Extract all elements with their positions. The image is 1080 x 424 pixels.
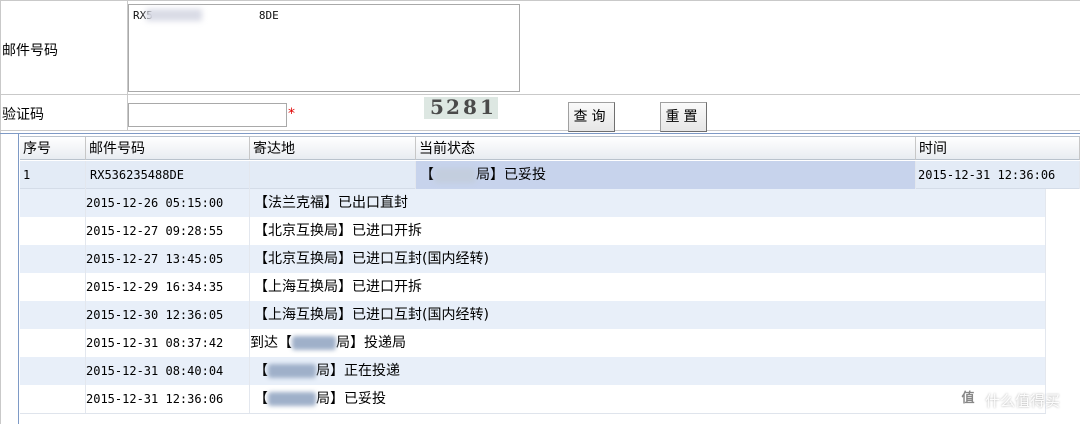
captcha-image[interactable]: 5 2 8 1 (424, 97, 498, 119)
detail-row-spacer (20, 329, 86, 357)
detail-time: 2015-12-26 05:15:00 (86, 189, 250, 217)
detail-row[interactable]: 2015-12-31 08:40:04 【 局】正在投递 (20, 357, 1046, 385)
detail-row[interactable]: 2015-12-31 12:36:06 【 局】已妥投 (20, 385, 1046, 413)
detail-event: 【北京互换局】已进口开拆 (250, 217, 1046, 245)
detail-row-spacer (20, 245, 86, 273)
form-row-divider (0, 94, 1080, 95)
summary-index: 1 (20, 161, 86, 189)
verify-code-label: 验证码 (2, 107, 44, 123)
grid-header: 序号 邮件号码 寄达地 当前状态 时间 (20, 136, 1080, 160)
detail-row[interactable]: 2015-12-26 05:15:00 【法兰克福】已出口直封 (20, 189, 1046, 217)
detail-time: 2015-12-31 08:37:42 (86, 329, 250, 357)
detail-time: 2015-12-30 12:36:05 (86, 301, 250, 329)
header-current-status[interactable]: 当前状态 (416, 137, 916, 160)
detail-event-suffix: 局】正在投递 (316, 363, 400, 379)
detail-event: 【法兰克福】已出口直封 (250, 189, 1046, 217)
header-destination[interactable]: 寄达地 (250, 137, 416, 160)
detail-row-spacer (20, 217, 86, 245)
detail-row[interactable]: 2015-12-31 08:37:42 到达【 局】投递局 (20, 329, 1046, 357)
watermark: 值 什么值得买 (957, 388, 1072, 414)
detail-row[interactable]: 2015-12-27 13:45:05 【北京互换局】已进口互封(国内经转) (20, 245, 1046, 273)
header-mail-number[interactable]: 邮件号码 (86, 137, 250, 160)
grid-left-border (18, 133, 19, 424)
detail-event-suffix: 局】已妥投 (316, 391, 386, 407)
redacted-office (434, 167, 476, 183)
detail-event-prefix: 【 (254, 391, 268, 407)
detail-row[interactable]: 2015-12-29 16:34:35 【上海互换局】已进口开拆 (20, 273, 1046, 301)
summary-status-prefix: 【 (420, 167, 434, 183)
detail-row[interactable]: 2015-12-30 12:36:05 【上海互换局】已进口互封(国内经转) (20, 301, 1046, 329)
detail-time: 2015-12-27 09:28:55 (86, 217, 250, 245)
header-index[interactable]: 序号 (20, 137, 86, 160)
redacted-office (268, 364, 316, 378)
grid-bottom-line (20, 413, 1046, 414)
redacted-office (268, 392, 316, 406)
form-bottom-border (0, 130, 1080, 131)
summary-row[interactable]: 1 RX536235488DE 【 局】已妥投 2015-12-31 12:36:… (20, 161, 1080, 189)
mail-number-label: 邮件号码 (2, 43, 58, 59)
detail-event-suffix: 局】投递局 (336, 335, 406, 351)
detail-event: 【北京互换局】已进口互封(国内经转) (250, 245, 1046, 273)
watermark-text: 什么值得买 (985, 392, 1061, 410)
detail-event: 到达【 局】投递局 (250, 329, 1046, 357)
detail-row-spacer (20, 189, 86, 217)
detail-event: 【 局】已妥投 (250, 385, 1046, 413)
header-time[interactable]: 时间 (916, 137, 1080, 160)
detail-row-spacer (20, 273, 86, 301)
detail-event-prefix: 到达【 (250, 335, 292, 351)
detail-time: 2015-12-29 16:34:35 (86, 273, 250, 301)
left-border (0, 0, 1, 424)
summary-time: 2015-12-31 12:36:06 (916, 161, 1080, 189)
watermark-logo-icon: 值 (957, 388, 979, 410)
detail-time: 2015-12-31 12:36:06 (86, 385, 250, 413)
verify-code-input[interactable] (128, 103, 287, 127)
captcha-char-4: 1 (480, 97, 494, 119)
detail-time: 2015-12-27 13:45:05 (86, 245, 250, 273)
summary-status-suffix: 局】已妥投 (476, 167, 546, 183)
detail-row-spacer (20, 357, 86, 385)
query-button[interactable]: 查询 (568, 102, 615, 132)
captcha-char-2: 2 (446, 97, 460, 119)
detail-row-spacer (20, 301, 86, 329)
detail-event: 【上海互换局】已进口互封(国内经转) (250, 301, 1046, 329)
summary-destination (250, 161, 416, 189)
summary-mail-number: RX536235488DE (86, 161, 250, 189)
form-top-border (0, 0, 1080, 1)
redacted-office (292, 336, 336, 350)
summary-status: 【 局】已妥投 (416, 161, 916, 189)
required-mark: * (288, 106, 295, 122)
captcha-char-1: 5 (430, 97, 444, 119)
redacted-mail-digits (146, 9, 202, 21)
detail-time: 2015-12-31 08:40:04 (86, 357, 250, 385)
detail-row[interactable]: 2015-12-27 09:28:55 【北京互换局】已进口开拆 (20, 217, 1046, 245)
captcha-char-3: 8 (463, 97, 477, 119)
detail-row-spacer (20, 385, 86, 413)
detail-event: 【上海互换局】已进口开拆 (250, 273, 1046, 301)
detail-event-prefix: 【 (254, 363, 268, 379)
detail-event: 【 局】正在投递 (250, 357, 1046, 385)
grid-top-border (0, 133, 1080, 134)
reset-button[interactable]: 重置 (660, 102, 707, 132)
